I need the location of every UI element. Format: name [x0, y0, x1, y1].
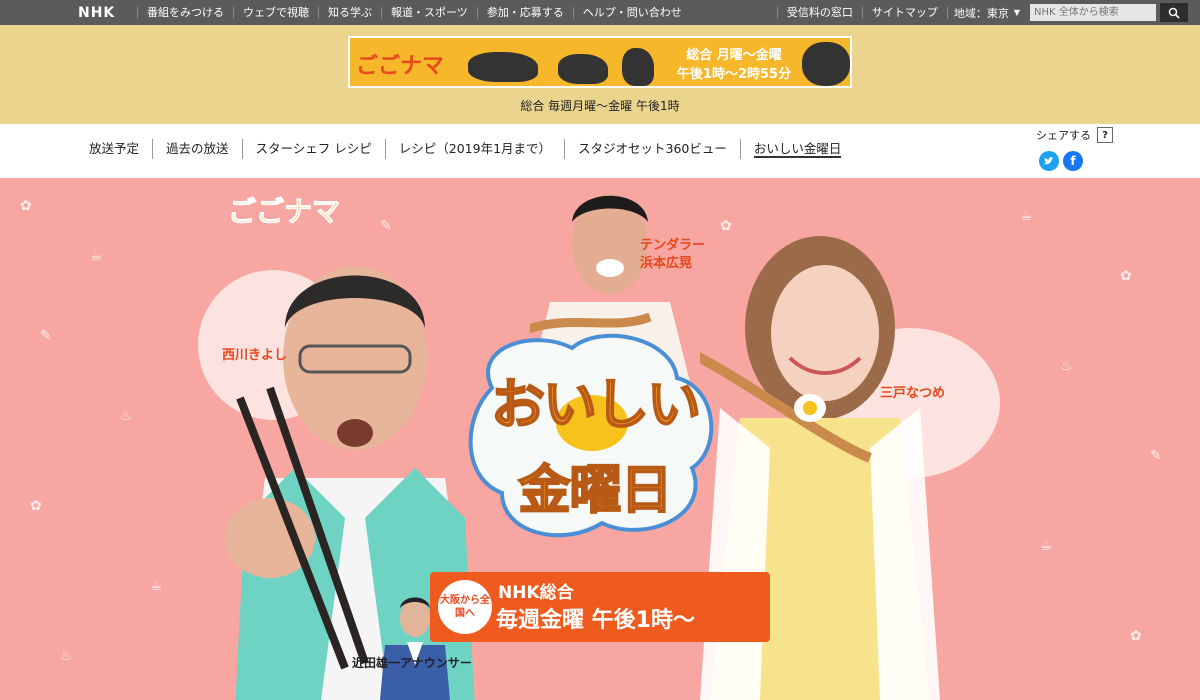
announcer-label: 近田雄一アナウンサー: [352, 656, 472, 670]
global-link-find[interactable]: 番組をみつける: [137, 6, 233, 19]
broadcast-subtitle: 総合 毎週月曜～金曜 午後1時: [520, 99, 680, 113]
hero-title-line2: 金曜日: [517, 460, 673, 522]
gogonama-logo: ごごナマ: [356, 54, 445, 79]
nav-item-label: おいしい金曜日: [753, 141, 842, 158]
doodle-icon: ✿: [30, 498, 42, 514]
name-label-tenderer: テンダラー: [640, 238, 706, 253]
nav-item-studio-360[interactable]: スタジオセット360ビュー: [565, 139, 741, 159]
global-link-watch[interactable]: ウェブで視聴: [233, 6, 318, 19]
banner-schedule-line1: 総合 月曜～金曜: [686, 48, 782, 63]
nav-item-oishii-friday[interactable]: おいしい金曜日: [741, 139, 855, 159]
nav-item-label: 放送予定: [89, 141, 140, 156]
doodle-icon: ♨: [60, 648, 73, 664]
banner-schedule-line2: 午後1時～2時55分: [676, 67, 792, 82]
doodle-icon: ♨: [120, 408, 133, 424]
name-label-mito: 三戸なつめ: [880, 386, 946, 401]
doodle-icon: ✿: [1130, 628, 1142, 644]
nav-item-recipe-archive[interactable]: レシピ（2019年1月まで）: [386, 139, 566, 159]
facebook-share-button[interactable]: f: [1063, 151, 1083, 171]
doodle-icon: ✿: [1120, 268, 1132, 284]
share-help-button[interactable]: ?: [1097, 127, 1113, 143]
doodle-icon: ☕: [1020, 208, 1033, 224]
doodle-icon: ☕: [1040, 538, 1053, 554]
share-label: シェアする: [1036, 129, 1091, 142]
promo-schedule: 毎週金曜 午後1時～: [496, 608, 695, 633]
global-header: NHK 番組をみつける ウェブで視聴 知る学ぶ 報道・スポーツ 参加・応募する …: [0, 0, 1200, 25]
nav-item-label: 過去の放送: [166, 141, 229, 156]
nav-item-label: スタジオセット360ビュー: [578, 141, 727, 156]
region-select[interactable]: 地域：東京 ▼: [946, 6, 1026, 20]
doodle-icon: ☕: [150, 578, 163, 594]
search-input[interactable]: [1030, 4, 1156, 21]
facebook-icon: f: [1070, 154, 1076, 168]
twitter-share-button[interactable]: [1039, 151, 1059, 171]
nav-item-past[interactable]: 過去の放送: [153, 139, 243, 159]
global-link-participate[interactable]: 参加・応募する: [476, 6, 573, 19]
nhk-logo[interactable]: NHK: [78, 5, 115, 21]
person-announcer: [380, 597, 450, 700]
doodle-icon: ✎: [1150, 448, 1162, 464]
hero-title-line1: おいしい: [490, 372, 702, 437]
global-link-fee[interactable]: 受信料の窓口: [776, 6, 862, 19]
doodle-icon: ✿: [20, 198, 32, 214]
cat-image: [558, 54, 608, 84]
hero-visual: ✿ ☕ ✎ ♨ ✿ ☕ ♨ ☕ ✿ ♨ ✎ ☕ ✿ ✎ ✿ ごごナマ 西川きよし…: [0, 178, 1200, 700]
doodle-icon: ☕: [90, 248, 103, 264]
global-link-learn[interactable]: 知る学ぶ: [318, 6, 381, 19]
name-label-hamamoto: 浜本広晃: [640, 256, 693, 271]
chevron-down-icon: ▼: [1013, 8, 1020, 17]
nav-item-label: スターシェフ レシピ: [255, 141, 372, 156]
program-nav: 放送予定 過去の放送 スターシェフ レシピ レシピ（2019年1月まで） スタジ…: [0, 124, 1200, 178]
doodle-icon: ✎: [40, 328, 52, 344]
region-label: 地域：東京: [953, 6, 1009, 20]
search-icon: [1168, 7, 1180, 19]
global-link-sitemap[interactable]: サイトマップ: [861, 6, 947, 19]
nav-item-schedule[interactable]: 放送予定: [76, 139, 154, 159]
doodle-icon: ♨: [1060, 358, 1073, 374]
nav-items: 放送予定 過去の放送 スターシェフ レシピ レシピ（2019年1月まで） スタジ…: [76, 139, 854, 159]
twitter-icon: [1044, 156, 1054, 165]
name-label-nishikawa: 西川きよし: [222, 348, 288, 363]
broadcast-promo: 大阪から全国へ NHK総合 毎週金曜 午後1時～: [430, 572, 770, 642]
cat-image: [468, 52, 538, 82]
global-link-news[interactable]: 報道・スポーツ: [381, 6, 477, 19]
cat-image: [622, 48, 654, 86]
promo-channel: NHK総合: [498, 583, 574, 603]
program-banner[interactable]: ごごナマ 総合 月曜～金曜 午後1時～2時55分: [348, 36, 852, 88]
search-button[interactable]: [1160, 3, 1188, 22]
cat-image: [802, 42, 850, 86]
global-link-help[interactable]: ヘルプ・問い合わせ: [572, 6, 691, 19]
nav-item-label: レシピ（2019年1月まで）: [398, 141, 552, 156]
nav-item-star-chef[interactable]: スターシェフ レシピ: [243, 139, 386, 159]
global-nav: 番組をみつける ウェブで視聴 知る学ぶ 報道・スポーツ 参加・応募する ヘルプ・…: [137, 0, 691, 25]
share-area: シェアする ?: [1036, 127, 1113, 143]
global-right: 受信料の窓口 サイトマップ 地域：東京 ▼: [776, 0, 1200, 25]
program-banner-area: ごごナマ 総合 月曜～金曜 午後1時～2時55分 総合 毎週月曜～金曜 午後1時: [0, 25, 1200, 124]
